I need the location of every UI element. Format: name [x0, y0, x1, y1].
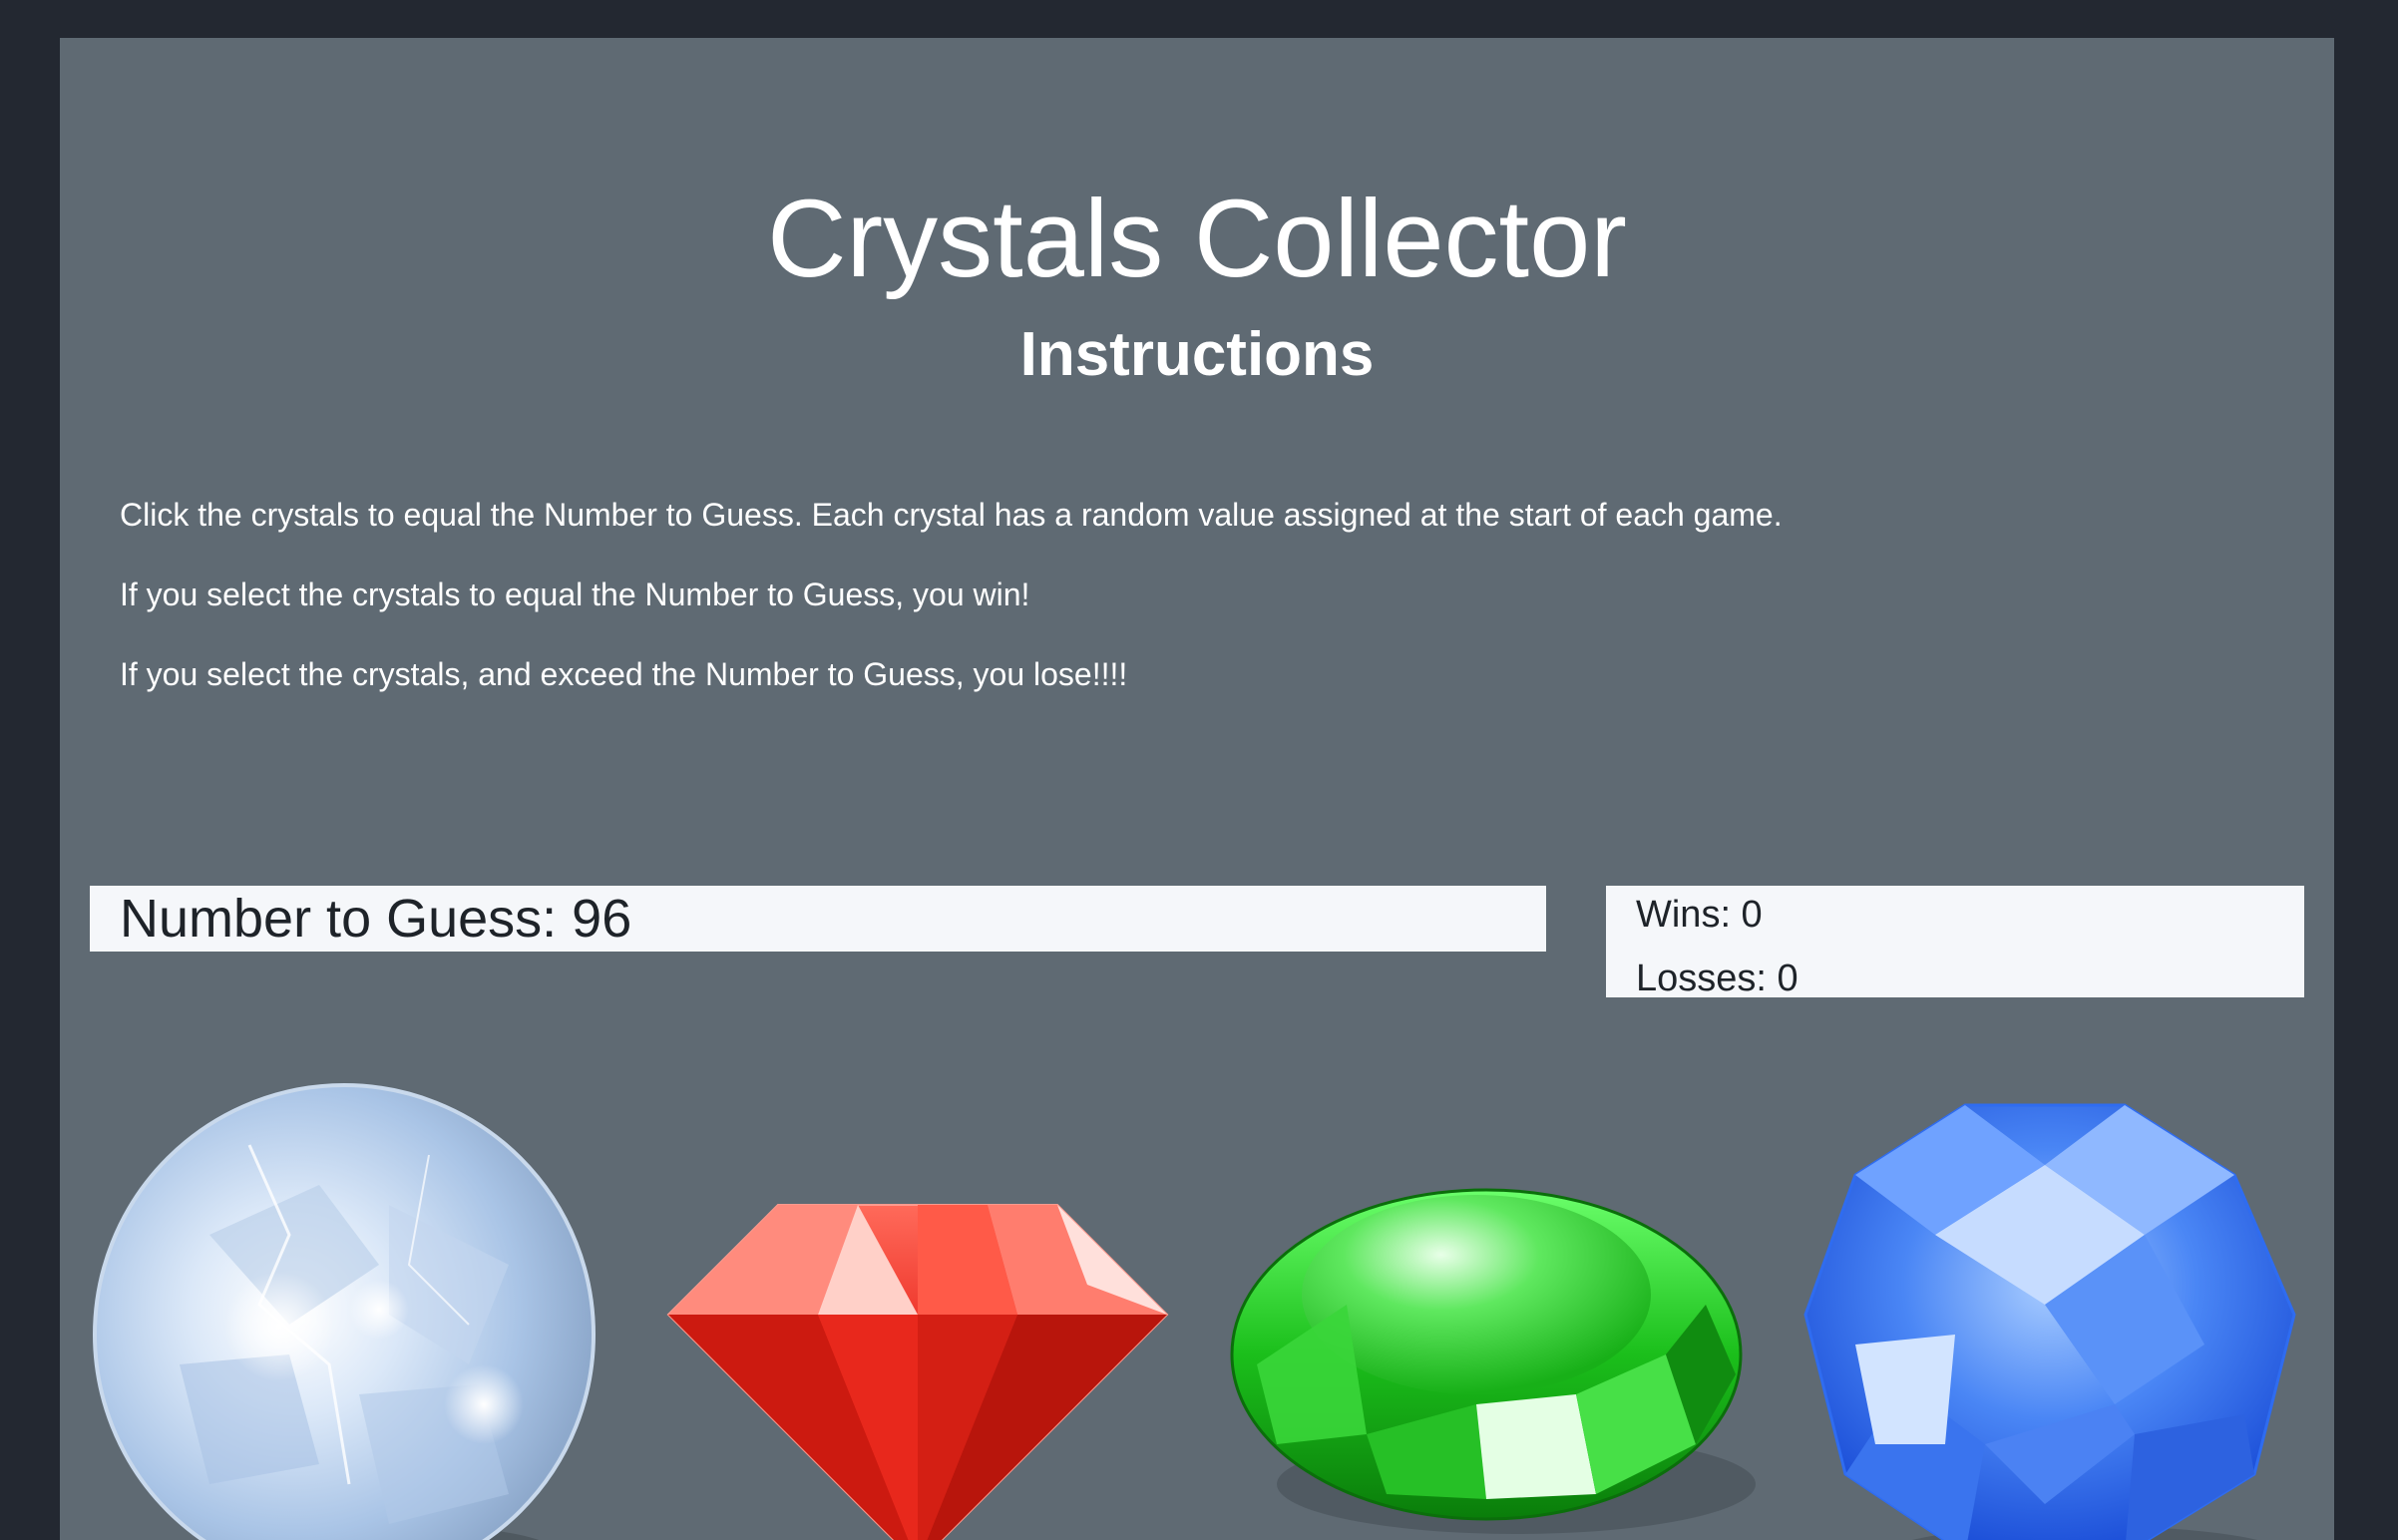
page-title: Crystals Collector	[767, 178, 1627, 300]
instructions-heading: Instructions	[1019, 320, 1375, 389]
red-crystal-button[interactable]	[658, 1165, 1177, 1540]
green-crystal-icon	[1230, 1188, 1756, 1534]
number-to-guess-box: Number to Guess: 96	[90, 886, 1546, 952]
instruction-line-2: If you select the crystals to equal the …	[120, 577, 1030, 612]
score-box: Wins: 0 Losses: 0	[1606, 886, 2304, 999]
blue-crystal-button[interactable]	[1786, 1085, 2324, 1540]
losses-counter: Losses: 0	[1636, 958, 1798, 999]
white-crystal-icon	[93, 1083, 596, 1540]
wins-counter: Wins: 0	[1636, 894, 1763, 936]
number-to-guess: Number to Guess: 96	[120, 889, 632, 949]
white-crystal-button[interactable]	[90, 1065, 608, 1540]
instruction-line-1: Click the crystals to equal the Number t…	[120, 497, 1783, 533]
instruction-line-3: If you select the crystals, and exceed t…	[120, 656, 1128, 692]
blue-crystal-icon	[1803, 1103, 2296, 1540]
red-crystal-icon	[666, 1204, 1169, 1540]
green-crystal-button[interactable]	[1217, 1155, 1776, 1540]
game-panel: Crystals Collector Instructions Click th…	[60, 38, 2334, 1540]
